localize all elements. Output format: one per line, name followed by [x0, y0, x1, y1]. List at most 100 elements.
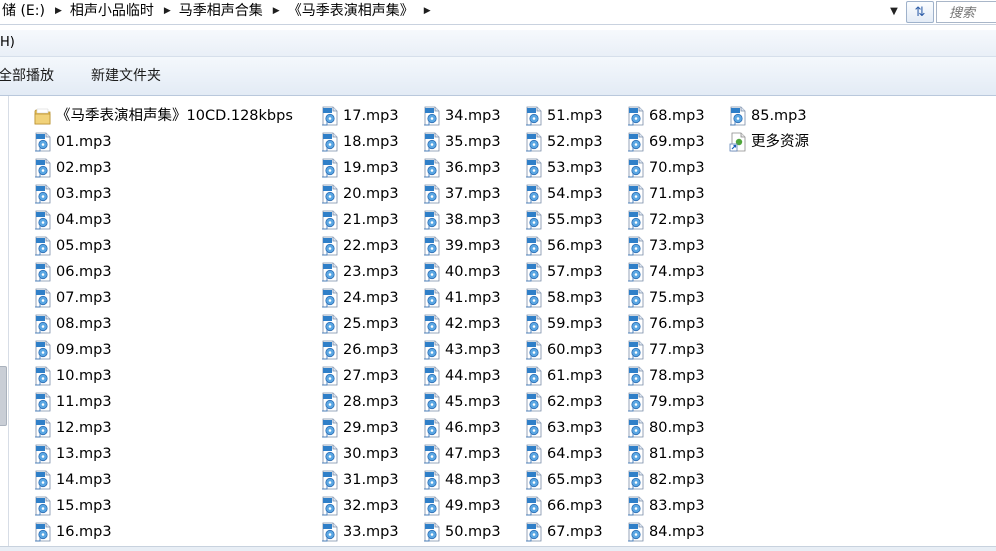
address-bar[interactable]: 储 (E:) ▶ 相声小品临时 ▶ 马季相声合集 ▶ 《马季表演相声集》 ▶ ▼… — [0, 0, 996, 25]
file-item[interactable]: 21.mp3 — [321, 207, 399, 233]
file-item[interactable]: 17.mp3 — [321, 103, 399, 129]
file-item[interactable]: 58.mp3 — [525, 285, 603, 311]
play-all-button[interactable]: 全部播放 — [0, 57, 54, 95]
file-item[interactable]: 24.mp3 — [321, 285, 399, 311]
file-item[interactable]: 33.mp3 — [321, 519, 399, 545]
file-item[interactable]: 49.mp3 — [423, 493, 501, 519]
file-item[interactable]: 《马季表演相声集》10CD.128kbps — [34, 103, 293, 129]
file-item[interactable]: 35.mp3 — [423, 129, 501, 155]
file-item[interactable]: 71.mp3 — [627, 181, 705, 207]
new-folder-button[interactable]: 新建文件夹 — [91, 57, 161, 95]
file-item[interactable]: 75.mp3 — [627, 285, 705, 311]
file-item[interactable]: 52.mp3 — [525, 129, 603, 155]
file-item[interactable]: 36.mp3 — [423, 155, 501, 181]
file-item[interactable]: 79.mp3 — [627, 389, 705, 415]
file-item[interactable]: 64.mp3 — [525, 441, 603, 467]
file-item[interactable]: 45.mp3 — [423, 389, 501, 415]
menu-item-help[interactable]: H) — [0, 30, 15, 56]
file-item[interactable]: 06.mp3 — [34, 259, 293, 285]
file-item[interactable]: 11.mp3 — [34, 389, 293, 415]
triangle-right-icon[interactable]: ▶ — [418, 0, 437, 22]
search-input[interactable] — [937, 4, 996, 23]
file-item[interactable]: 42.mp3 — [423, 311, 501, 337]
file-item[interactable]: 57.mp3 — [525, 259, 603, 285]
refresh-button[interactable]: ⇅ — [906, 1, 934, 23]
file-item[interactable]: 55.mp3 — [525, 207, 603, 233]
file-item[interactable]: 68.mp3 — [627, 103, 705, 129]
file-item[interactable]: 59.mp3 — [525, 311, 603, 337]
file-item[interactable]: 77.mp3 — [627, 337, 705, 363]
file-item[interactable]: 43.mp3 — [423, 337, 501, 363]
file-item[interactable]: 12.mp3 — [34, 415, 293, 441]
file-item[interactable]: 76.mp3 — [627, 311, 705, 337]
file-item[interactable]: 82.mp3 — [627, 467, 705, 493]
file-item[interactable]: 81.mp3 — [627, 441, 705, 467]
file-item[interactable]: 03.mp3 — [34, 181, 293, 207]
file-item[interactable]: 51.mp3 — [525, 103, 603, 129]
file-list-view[interactable]: 《马季表演相声集》10CD.128kbps 01.mp3 02.mp3 03.mp3 0… — [9, 96, 996, 550]
file-item[interactable]: 65.mp3 — [525, 467, 603, 493]
file-item[interactable]: 08.mp3 — [34, 311, 293, 337]
file-item[interactable]: 50.mp3 — [423, 519, 501, 545]
file-item[interactable]: 13.mp3 — [34, 441, 293, 467]
file-item[interactable]: 66.mp3 — [525, 493, 603, 519]
file-item[interactable]: 56.mp3 — [525, 233, 603, 259]
nav-pane-scrollbar[interactable] — [0, 366, 7, 426]
file-item[interactable]: 46.mp3 — [423, 415, 501, 441]
triangle-right-icon[interactable]: ▶ — [158, 0, 177, 22]
breadcrumb-item-folder[interactable]: 马季相声合集 — [177, 0, 267, 22]
file-item[interactable]: 07.mp3 — [34, 285, 293, 311]
file-item[interactable]: 47.mp3 — [423, 441, 501, 467]
file-item[interactable]: 01.mp3 — [34, 129, 293, 155]
file-item[interactable]: 44.mp3 — [423, 363, 501, 389]
file-item[interactable]: 80.mp3 — [627, 415, 705, 441]
file-item[interactable]: 20.mp3 — [321, 181, 399, 207]
file-item[interactable]: 30.mp3 — [321, 441, 399, 467]
file-item[interactable]: 25.mp3 — [321, 311, 399, 337]
file-item[interactable]: 19.mp3 — [321, 155, 399, 181]
file-item[interactable]: 16.mp3 — [34, 519, 293, 545]
file-item[interactable]: 10.mp3 — [34, 363, 293, 389]
triangle-right-icon[interactable]: ▶ — [267, 0, 286, 22]
file-item[interactable]: 04.mp3 — [34, 207, 293, 233]
breadcrumb-item-current[interactable]: 《马季表演相声集》 — [286, 0, 418, 22]
file-item[interactable]: 40.mp3 — [423, 259, 501, 285]
file-item[interactable]: 15.mp3 — [34, 493, 293, 519]
file-item[interactable]: 37.mp3 — [423, 181, 501, 207]
file-item[interactable]: 39.mp3 — [423, 233, 501, 259]
file-item[interactable]: 05.mp3 — [34, 233, 293, 259]
file-item[interactable]: 72.mp3 — [627, 207, 705, 233]
search-box[interactable] — [936, 1, 996, 23]
file-item[interactable]: 53.mp3 — [525, 155, 603, 181]
file-item[interactable]: 61.mp3 — [525, 363, 603, 389]
file-item[interactable]: 48.mp3 — [423, 467, 501, 493]
file-item[interactable]: 32.mp3 — [321, 493, 399, 519]
file-item[interactable]: 26.mp3 — [321, 337, 399, 363]
file-item[interactable]: 63.mp3 — [525, 415, 603, 441]
file-item[interactable]: 70.mp3 — [627, 155, 705, 181]
triangle-right-icon[interactable]: ▶ — [49, 0, 68, 22]
file-item[interactable]: 28.mp3 — [321, 389, 399, 415]
file-item[interactable]: 54.mp3 — [525, 181, 603, 207]
file-item[interactable]: 73.mp3 — [627, 233, 705, 259]
file-item[interactable]: 18.mp3 — [321, 129, 399, 155]
file-item[interactable]: 78.mp3 — [627, 363, 705, 389]
file-item[interactable]: 更多资源 — [729, 129, 809, 155]
file-item[interactable]: 67.mp3 — [525, 519, 603, 545]
file-item[interactable]: 38.mp3 — [423, 207, 501, 233]
file-item[interactable]: 60.mp3 — [525, 337, 603, 363]
file-item[interactable]: 85.mp3 — [729, 103, 809, 129]
file-item[interactable]: 62.mp3 — [525, 389, 603, 415]
file-item[interactable]: 02.mp3 — [34, 155, 293, 181]
file-item[interactable]: 34.mp3 — [423, 103, 501, 129]
file-item[interactable]: 74.mp3 — [627, 259, 705, 285]
breadcrumb-item-drive[interactable]: 储 (E:) — [0, 0, 49, 22]
file-item[interactable]: 69.mp3 — [627, 129, 705, 155]
file-item[interactable]: 22.mp3 — [321, 233, 399, 259]
file-item[interactable]: 41.mp3 — [423, 285, 501, 311]
file-item[interactable]: 31.mp3 — [321, 467, 399, 493]
file-item[interactable]: 29.mp3 — [321, 415, 399, 441]
file-item[interactable]: 84.mp3 — [627, 519, 705, 545]
breadcrumb-item-folder[interactable]: 相声小品临时 — [68, 0, 158, 22]
file-item[interactable]: 09.mp3 — [34, 337, 293, 363]
